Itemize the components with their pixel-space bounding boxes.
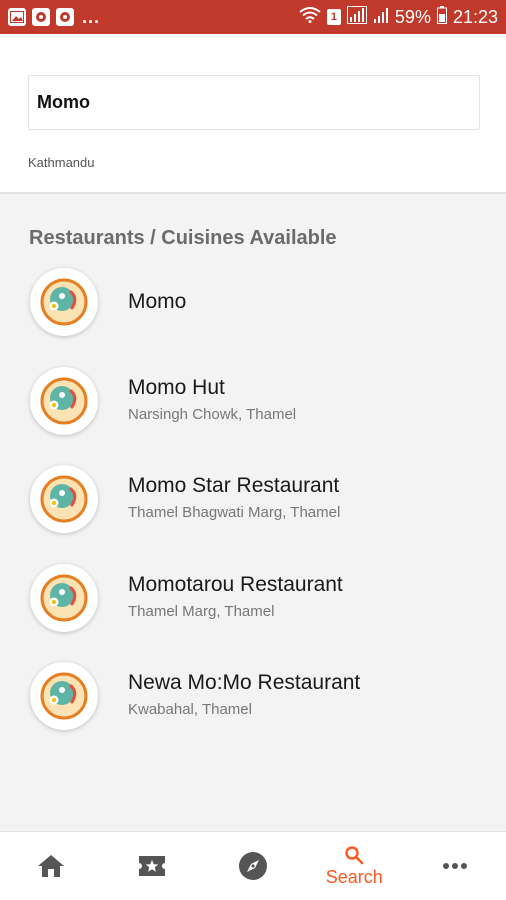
wifi-icon [299, 6, 321, 28]
restaurant-address: Thamel Bhagwati Marg, Thamel [128, 504, 341, 521]
list-item[interactable]: Newa Mo:Mo Restaurant Kwabahal, Thamel [0, 659, 506, 758]
restaurant-address: Kwabahal, Thamel [128, 701, 252, 718]
status-bar: ... 1 59% 21:23 [0, 0, 506, 34]
signal-icon [373, 6, 389, 29]
sim-icon: 1 [326, 9, 341, 25]
bottom-navigation: Search [0, 831, 506, 900]
nav-explore[interactable] [202, 832, 303, 900]
restaurant-avatar [30, 366, 98, 435]
restaurant-avatar [30, 465, 98, 533]
food-plate-icon [40, 475, 88, 523]
restaurant-name: Momo [128, 290, 187, 313]
nav-more[interactable] [405, 832, 506, 900]
location-label[interactable]: Kathmandu [28, 155, 95, 170]
food-plate-icon [40, 574, 88, 621]
notification-icon [32, 8, 50, 26]
search-icon [345, 845, 364, 864]
compass-icon [239, 852, 267, 880]
signal-icon [346, 5, 367, 29]
restaurant-avatar [30, 563, 98, 632]
home-icon [37, 855, 64, 877]
status-bar-notifications: ... [8, 7, 100, 28]
results-list: Momo Momo Hut Narsingh Chowk, Thamel Mom… [0, 265, 506, 758]
list-item[interactable]: Momotarou Restaurant Thamel Marg, Thamel [0, 561, 506, 660]
results-title: Restaurants / Cuisines Available [29, 227, 337, 249]
nav-search[interactable]: Search [304, 832, 405, 900]
nav-offers[interactable] [101, 832, 202, 900]
list-item[interactable]: Momo [0, 265, 506, 364]
notification-icon [56, 8, 74, 26]
battery-percent: 59% [394, 6, 431, 27]
battery-icon [436, 5, 447, 29]
restaurant-avatar [30, 268, 98, 336]
restaurant-name: Momotarou Restaurant [128, 572, 343, 596]
ticket-star-icon [138, 856, 165, 876]
nav-home[interactable] [0, 832, 101, 900]
restaurant-address: Thamel Marg, Thamel [128, 602, 275, 620]
food-plate-icon [40, 278, 88, 326]
search-input[interactable]: Momo [28, 75, 480, 130]
search-header: Momo Kathmandu [0, 34, 506, 194]
nav-search-label: Search [325, 866, 383, 887]
restaurant-address: Narsingh Chowk, Thamel [128, 405, 297, 423]
food-plate-icon [40, 672, 88, 720]
restaurant-name: Momo Hut [128, 375, 225, 399]
restaurant-avatar [30, 662, 98, 730]
clock: 21:23 [452, 6, 498, 27]
image-icon [8, 8, 26, 26]
list-item[interactable]: Momo Hut Narsingh Chowk, Thamel [0, 364, 506, 463]
more-notifications: ... [82, 6, 101, 27]
food-plate-icon [40, 377, 88, 424]
status-bar-system: 1 59% 21:23 [299, 5, 498, 29]
restaurant-name: Newa Mo:Mo Restaurant [128, 671, 361, 694]
more-icon [443, 863, 468, 869]
restaurant-name: Momo Star Restaurant [128, 474, 340, 497]
list-item[interactable]: Momo Star Restaurant Thamel Bhagwati Mar… [0, 462, 506, 561]
